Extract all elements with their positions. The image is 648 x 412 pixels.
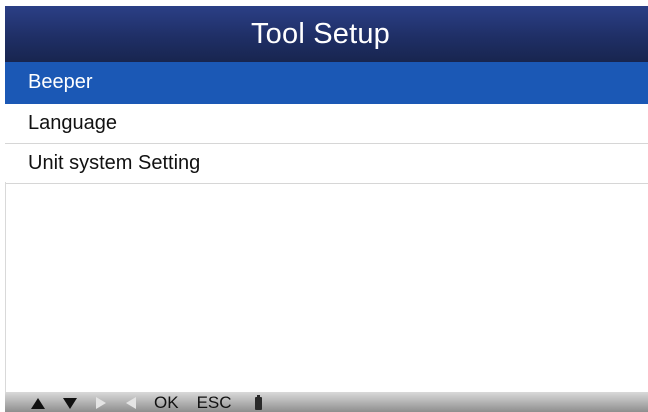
down-arrow-button[interactable] xyxy=(60,392,80,412)
menu-item-beeper[interactable]: Beeper xyxy=(5,62,648,104)
title-bar: Tool Setup xyxy=(5,6,648,62)
battery-icon xyxy=(255,395,263,410)
menu-item-language[interactable]: Language xyxy=(5,104,648,144)
content-divider xyxy=(5,182,6,394)
down-arrow-icon xyxy=(63,397,77,409)
right-arrow-button[interactable] xyxy=(93,392,109,412)
setup-menu: Beeper Language Unit system Setting xyxy=(5,62,648,184)
up-arrow-icon xyxy=(31,397,45,409)
left-arrow-icon xyxy=(126,397,136,409)
menu-item-unit-system-setting[interactable]: Unit system Setting xyxy=(5,144,648,184)
menu-item-label: Beeper xyxy=(28,71,93,93)
ok-button[interactable]: OK xyxy=(154,392,179,412)
menu-item-label: Language xyxy=(28,112,117,134)
esc-button[interactable]: ESC xyxy=(197,392,232,412)
page-title: Tool Setup xyxy=(250,17,391,50)
ok-label: OK xyxy=(154,393,179,412)
status-bar: OK ESC xyxy=(5,392,648,412)
battery-indicator xyxy=(253,392,265,412)
up-arrow-button[interactable] xyxy=(28,392,48,412)
menu-item-label: Unit system Setting xyxy=(28,152,201,174)
tool-setup-screen: Tool Setup Beeper Language Unit system S… xyxy=(0,0,648,412)
right-arrow-icon xyxy=(96,397,106,409)
esc-label: ESC xyxy=(196,393,232,412)
left-arrow-button[interactable] xyxy=(123,392,139,412)
